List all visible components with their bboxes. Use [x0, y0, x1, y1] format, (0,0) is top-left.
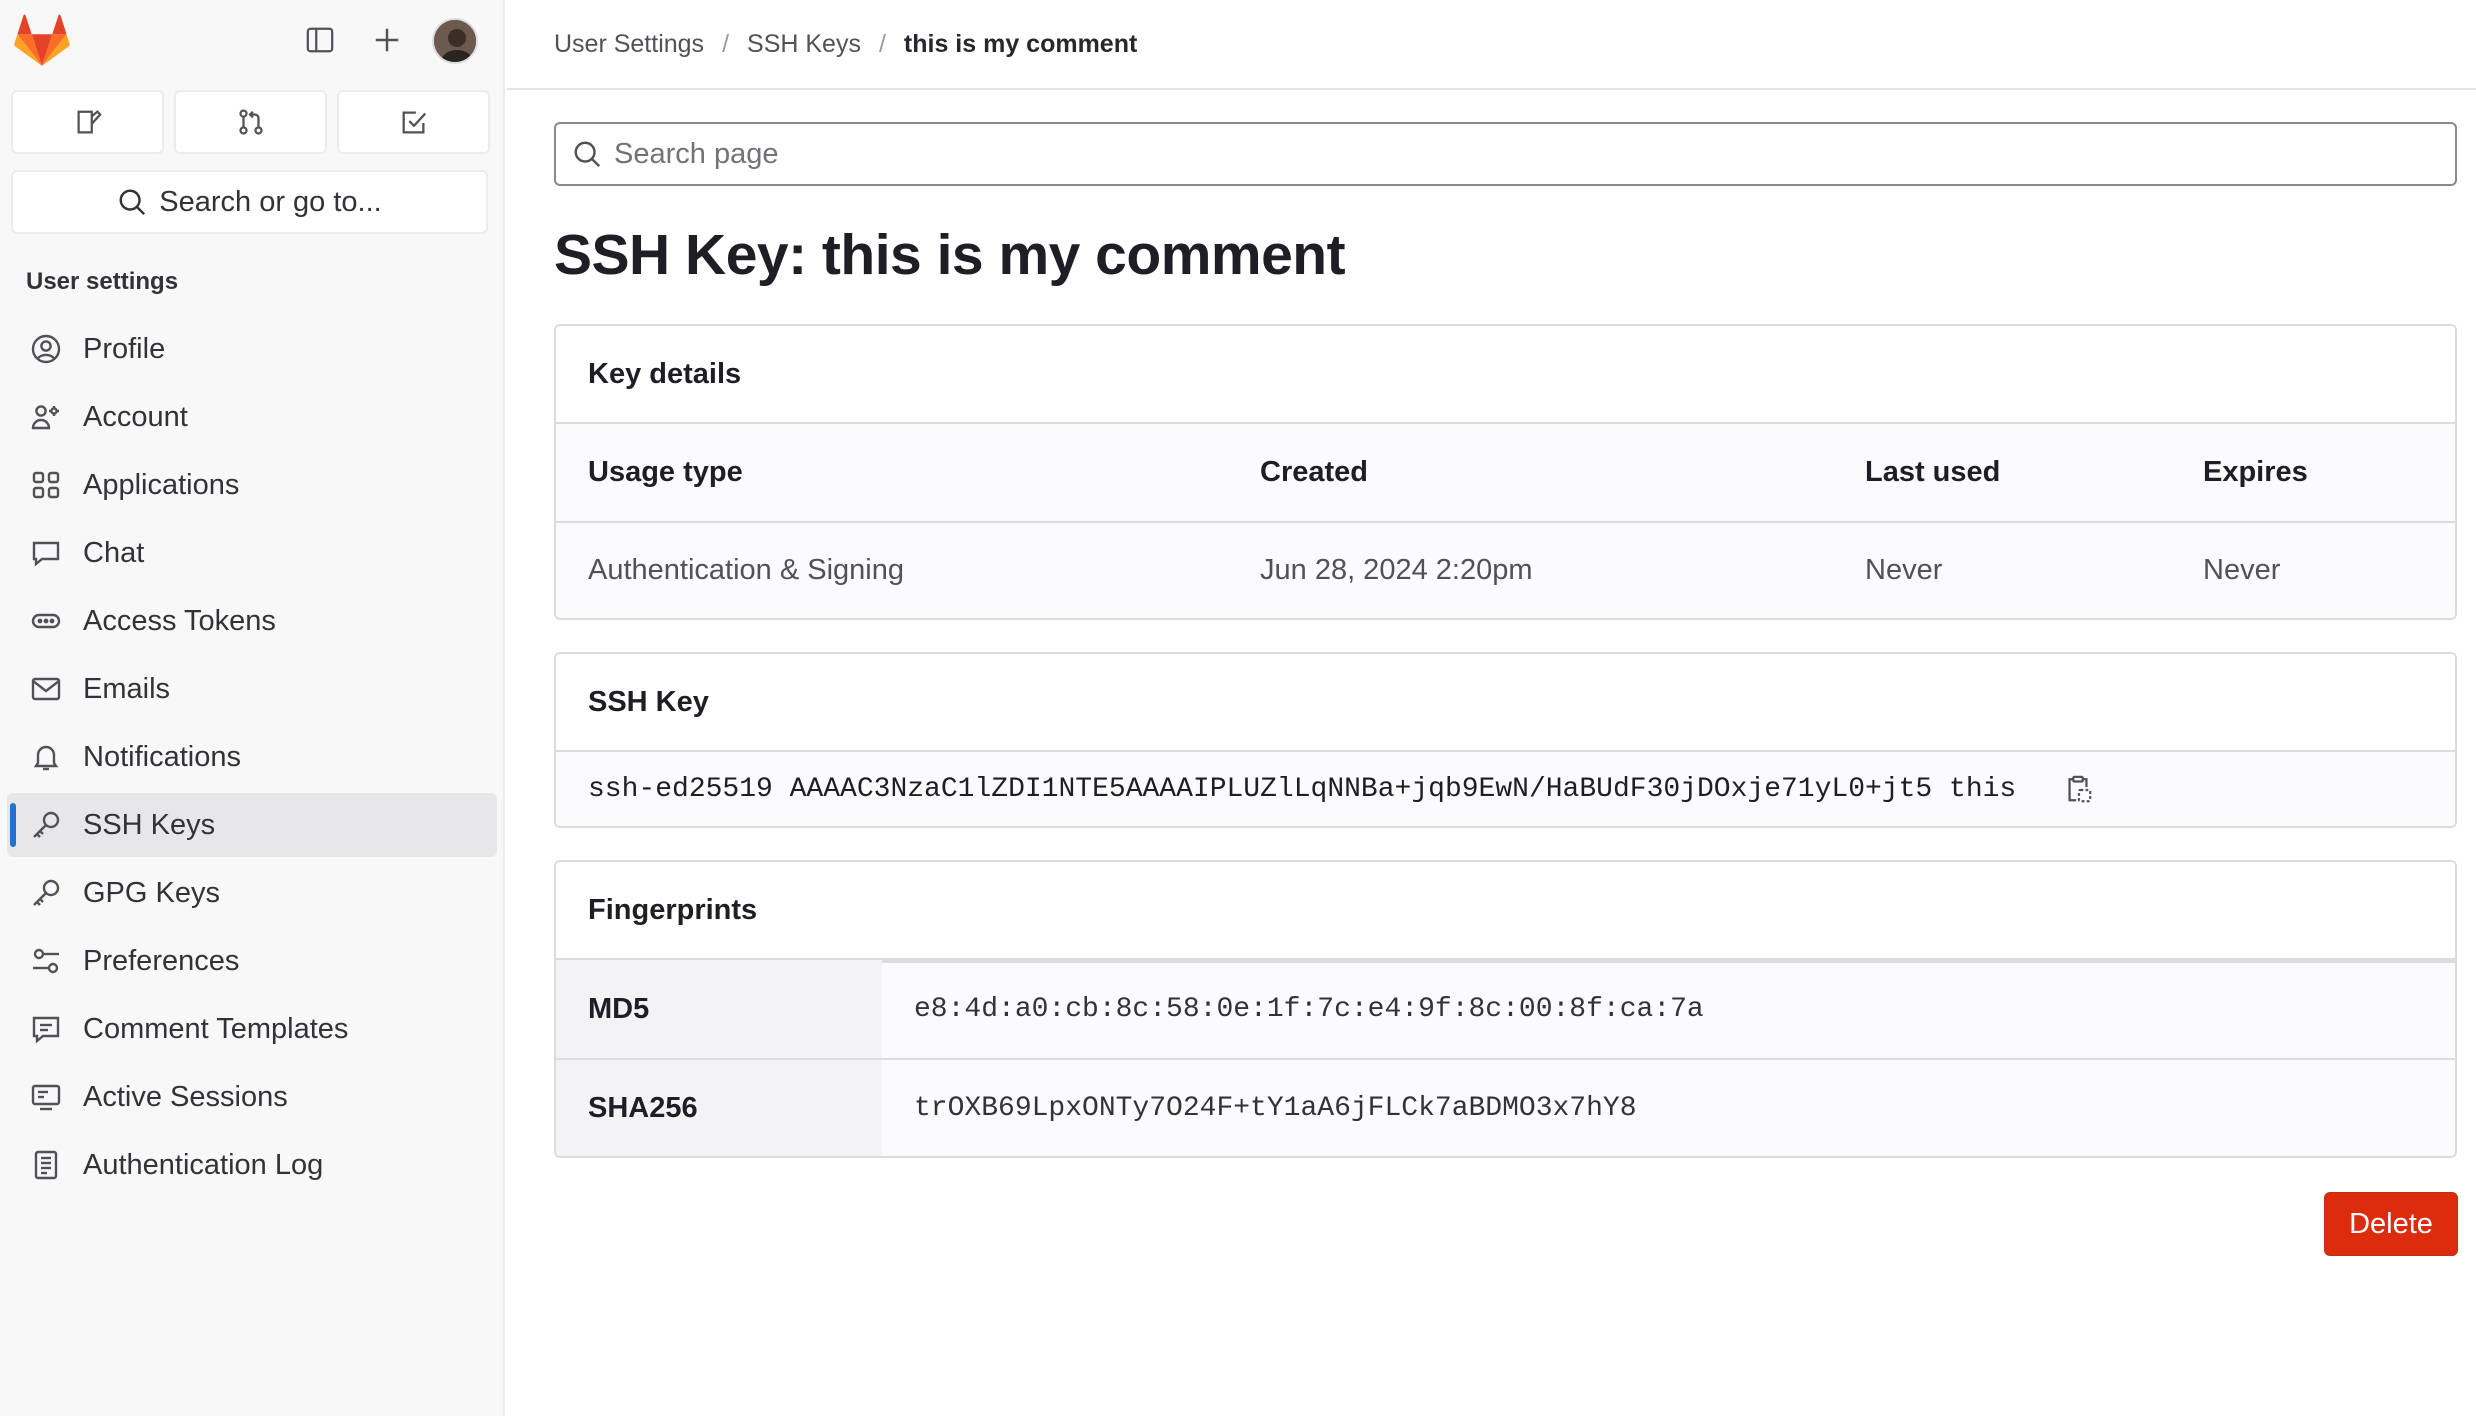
fingerprint-md5-label: MD5	[556, 960, 882, 1058]
global-search-label: Search or go to...	[159, 185, 382, 218]
key-details-header-row: Usage type Created Last used Expires	[556, 424, 2455, 521]
column-header-last-used: Last used	[1865, 456, 2001, 488]
profile-icon	[27, 330, 65, 368]
sidebar-item-label: Notifications	[83, 740, 241, 773]
breadcrumb-ssh-keys[interactable]: SSH Keys	[747, 30, 861, 59]
last-used-value: Never	[1865, 554, 1943, 586]
column-header-created: Created	[1260, 456, 1368, 488]
ssh-key-row: ssh-ed25519 AAAAC3NzaC1lZDI1NTE5AAAAIPLU…	[556, 752, 2455, 826]
breadcrumb-current[interactable]: this is my comment	[904, 30, 1137, 59]
page-title: SSH Key: this is my comment	[554, 223, 1346, 287]
sidebar-item-profile[interactable]: Profile	[7, 317, 497, 381]
issues-button[interactable]	[11, 90, 164, 154]
search-page-input[interactable]	[614, 137, 2414, 171]
merge-request-icon	[238, 109, 263, 135]
search-icon	[574, 141, 601, 168]
table-row: MD5 e8:4d:a0:cb:8c:58:0e:1f:7c:e4:9f:8c:…	[556, 960, 2455, 1058]
sidebar-item-label: Profile	[83, 332, 166, 365]
copy-to-clipboard-icon	[2068, 775, 2092, 803]
table-row: Authentication & Signing Jun 28, 2024 2:…	[556, 521, 2455, 618]
global-search-button[interactable]: Search or go to...	[11, 170, 488, 234]
ssh-key-value[interactable]: ssh-ed25519 AAAAC3NzaC1lZDI1NTE5AAAAIPLU…	[588, 774, 2016, 805]
sidebar-item-active-sessions[interactable]: Active Sessions	[7, 1065, 497, 1129]
sidebar-item-label: Account	[83, 400, 188, 433]
delete-button[interactable]: Delete	[2324, 1192, 2458, 1256]
chat-icon	[27, 534, 65, 572]
usage-type-value: Authentication & Signing	[588, 554, 904, 586]
sidebar-item-label: GPG Keys	[83, 876, 220, 909]
sidebar-nav: Profile Account Applications Chat Access…	[7, 317, 497, 1201]
sidebar-item-label: Active Sessions	[83, 1080, 288, 1113]
fingerprints-card: Fingerprints MD5 e8:4d:a0:cb:8c:58:0e:1f…	[554, 860, 2457, 1158]
comment-icon	[27, 1010, 65, 1048]
sidebar-item-label: Access Tokens	[83, 604, 276, 637]
sidebar-item-ssh-keys[interactable]: SSH Keys	[7, 793, 497, 857]
sidebar-item-account[interactable]: Account	[7, 385, 497, 449]
fingerprint-md5-value: e8:4d:a0:cb:8c:58:0e:1f:7c:e4:9f:8c:00:8…	[914, 993, 1704, 1025]
preferences-icon	[27, 942, 65, 980]
sidebar-item-gpg-keys[interactable]: GPG Keys	[7, 861, 497, 925]
divider	[882, 960, 2455, 963]
todo-icon	[402, 111, 426, 134]
breadcrumb-separator: /	[722, 29, 730, 58]
ssh-key-title: SSH Key	[556, 654, 2455, 752]
gitlab-logo[interactable]	[14, 14, 70, 68]
column-header-usage: Usage type	[588, 456, 743, 488]
bell-icon	[27, 738, 65, 776]
sidebar-item-label: Applications	[83, 468, 240, 501]
fingerprints-title: Fingerprints	[556, 862, 2455, 960]
search-page-field	[554, 122, 2457, 186]
sidebar-item-label: SSH Keys	[83, 808, 216, 841]
applications-icon	[27, 466, 65, 504]
key-details-card: Key details Usage type Created Last used…	[554, 324, 2457, 620]
breadcrumb: User Settings / SSH Keys / this is my co…	[507, 0, 2476, 90]
todos-button[interactable]	[337, 90, 490, 154]
sidebar-item-notifications[interactable]: Notifications	[7, 725, 497, 789]
key-details-title: Key details	[556, 326, 2455, 424]
merge-requests-button[interactable]	[174, 90, 327, 154]
key-icon	[27, 874, 65, 912]
breadcrumb-user-settings[interactable]: User Settings	[554, 30, 704, 59]
sidebar-item-label: Chat	[83, 536, 145, 569]
account-icon	[27, 398, 65, 436]
sidebar-item-preferences[interactable]: Preferences	[7, 929, 497, 993]
sidebar-item-label: Authentication Log	[83, 1148, 324, 1181]
copy-ssh-key-button[interactable]	[2058, 769, 2098, 809]
ssh-key-card: SSH Key ssh-ed25519 AAAAC3NzaC1lZDI1NTE5…	[554, 652, 2457, 828]
breadcrumb-separator: /	[878, 29, 886, 58]
expires-value: Never	[2203, 554, 2281, 586]
sidebar-item-applications[interactable]: Applications	[7, 453, 497, 517]
sidebar-item-authentication-log[interactable]: Authentication Log	[7, 1133, 497, 1197]
fingerprint-sha256-value: trOXB69LpxONTy7O24F+tY1aA6jFLCk7aBDMO3x7…	[914, 1092, 1637, 1124]
created-value: Jun 28, 2024 2:20pm	[1260, 554, 1533, 586]
sidebar-item-label: Preferences	[83, 944, 240, 977]
mail-icon	[27, 670, 65, 708]
token-icon	[27, 602, 65, 640]
quick-actions	[11, 90, 490, 154]
monitor-icon	[27, 1078, 65, 1116]
search-icon	[119, 189, 146, 216]
sidebar-header	[0, 0, 505, 80]
sidebar-item-label: Emails	[83, 672, 171, 705]
log-icon	[27, 1146, 65, 1184]
user-avatar[interactable]	[432, 18, 478, 64]
sidebar-item-label: Comment Templates	[83, 1012, 349, 1045]
table-row: SHA256 trOXB69LpxONTy7O24F+tY1aA6jFLCk7a…	[556, 1058, 2455, 1156]
column-header-expires: Expires	[2203, 456, 2308, 488]
key-icon	[27, 806, 65, 844]
sidebar-item-emails[interactable]: Emails	[7, 657, 497, 721]
sidebar-item-comment-templates[interactable]: Comment Templates	[7, 997, 497, 1061]
sidebar: Search or go to... User settings Profile…	[0, 0, 505, 1416]
fingerprint-sha256-label: SHA256	[556, 1060, 882, 1156]
issues-icon	[77, 110, 102, 134]
sidebar-toggle-icon[interactable]	[298, 18, 342, 62]
create-new-icon[interactable]	[365, 18, 409, 62]
sidebar-item-chat[interactable]: Chat	[7, 521, 497, 585]
sidebar-section-title: User settings	[26, 268, 179, 295]
sidebar-item-access-tokens[interactable]: Access Tokens	[7, 589, 497, 653]
